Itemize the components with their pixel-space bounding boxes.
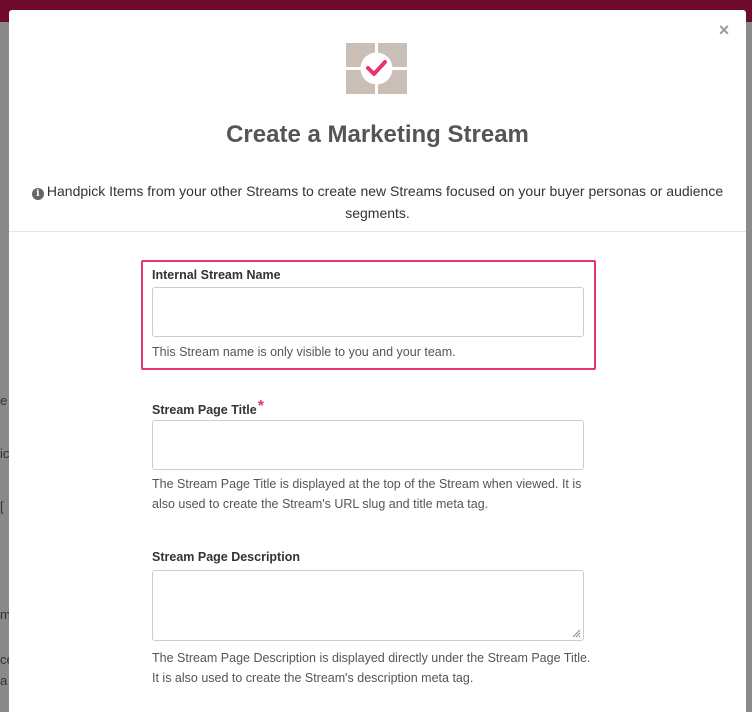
stream-page-description-help: The Stream Page Description is displayed…	[152, 651, 591, 685]
stream-page-title-label: Stream Page Title*	[152, 398, 264, 419]
stream-page-title-input[interactable]	[152, 420, 584, 470]
info-text: Handpick Items from your other Streams t…	[46, 183, 724, 221]
close-button[interactable]: ×	[716, 21, 732, 39]
internal-stream-name-help: This Stream name is only visible to you …	[152, 345, 456, 359]
required-marker: *	[257, 398, 264, 415]
modal-title: Create a Marketing Stream	[226, 121, 529, 148]
stream-page-description-label: Stream Page Description	[152, 550, 300, 564]
marketing-stream-logo-icon	[346, 43, 407, 94]
internal-stream-name-input[interactable]	[152, 287, 584, 337]
stream-page-title-label-text: Stream Page Title	[152, 403, 257, 417]
info-banner: i Handpick Items from your other Streams …	[9, 178, 746, 232]
stream-page-title-help: The Stream Page Title is displayed at th…	[152, 477, 582, 511]
stream-page-description-textarea[interactable]	[152, 570, 584, 641]
background-text-fragment: a	[0, 673, 8, 688]
resize-handle-icon[interactable]	[571, 628, 581, 638]
info-icon: i	[31, 188, 44, 200]
background-text-fragment: e	[0, 393, 8, 408]
divider	[9, 231, 746, 232]
background-text-fragment: [	[0, 499, 4, 514]
background-text-fragment: ic	[0, 446, 10, 461]
create-stream-modal: × Create a Marketing Stream i Handpick It…	[9, 10, 746, 712]
internal-stream-name-label: Internal Stream Name	[152, 268, 281, 282]
